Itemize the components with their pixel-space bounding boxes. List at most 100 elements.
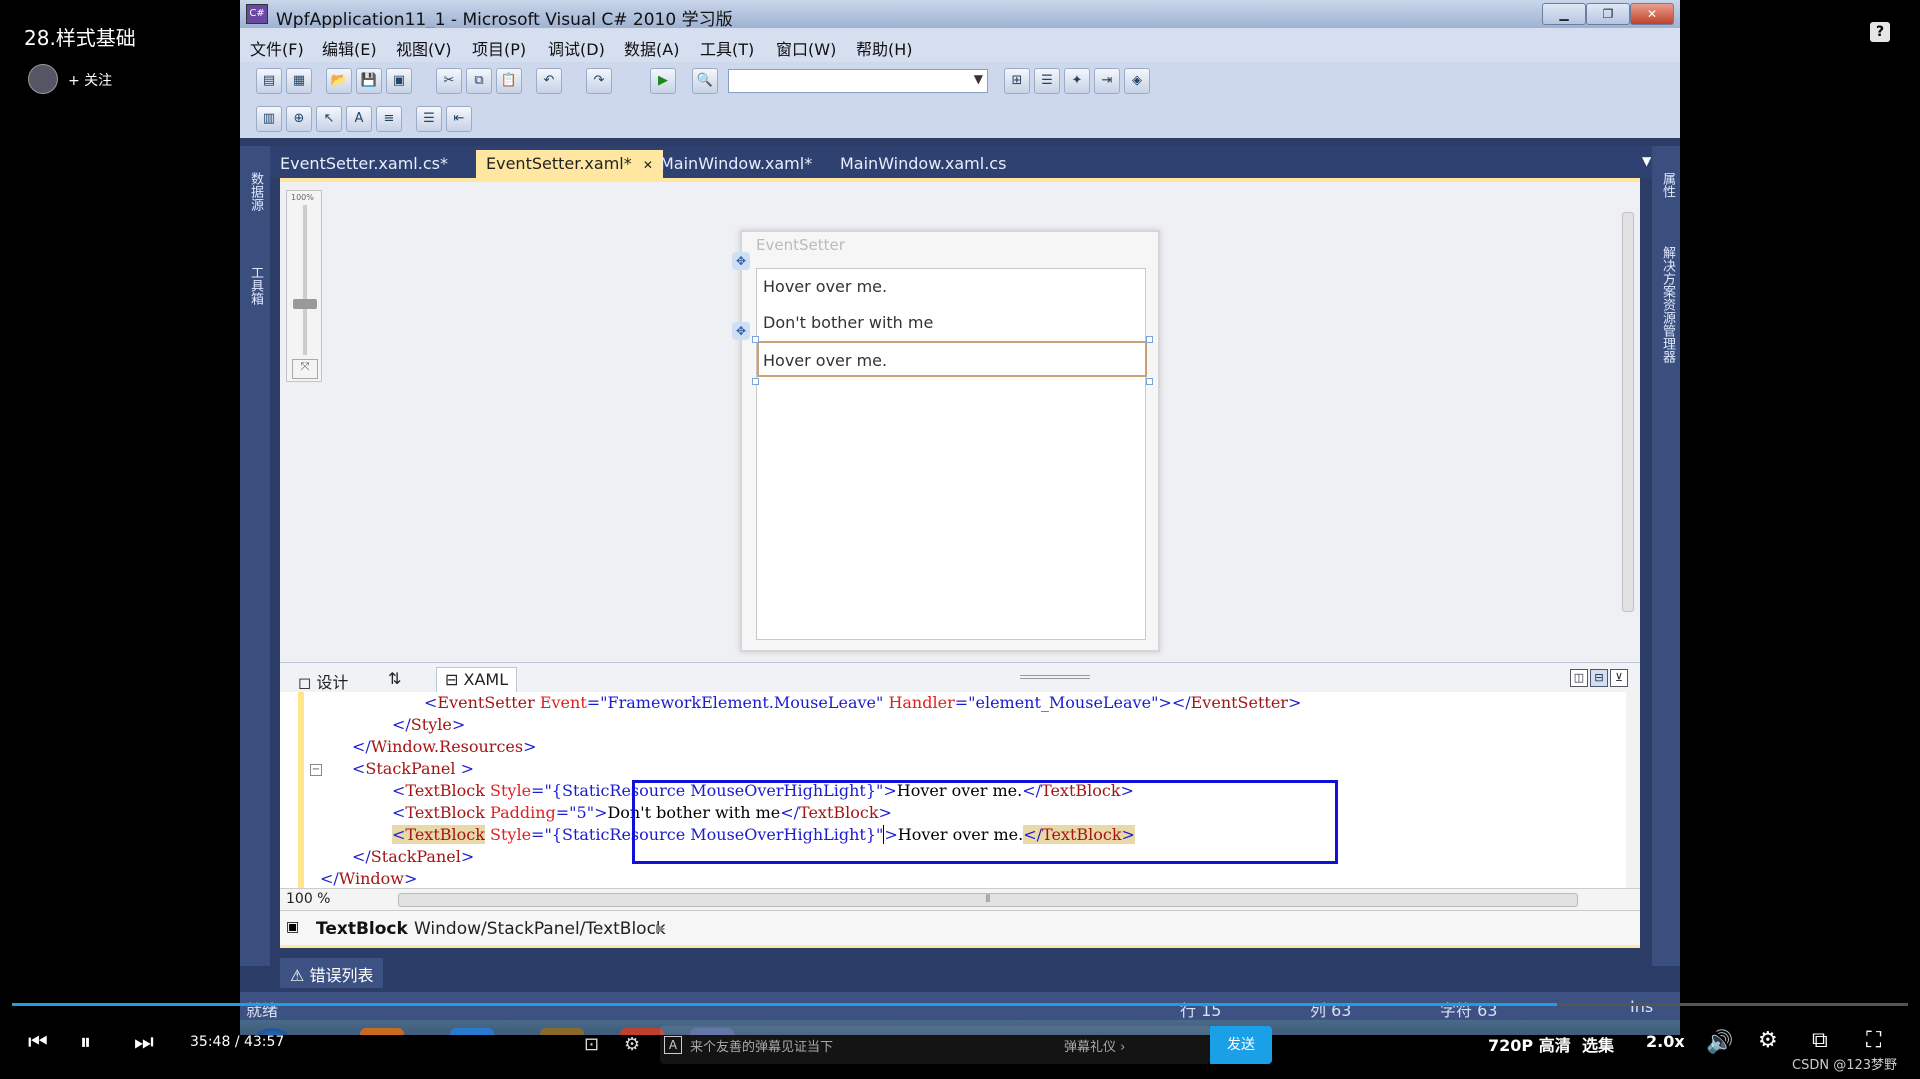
minimize-button[interactable]: ▁ — [1542, 3, 1586, 25]
collapse-pane-icon[interactable]: ⊻ — [1610, 669, 1628, 687]
menu-view[interactable]: 视图(V) — [396, 36, 451, 60]
redo-icon[interactable]: ↷ — [586, 68, 612, 94]
danmaku-etiquette-link[interactable]: 弹幕礼仪 › — [1064, 1036, 1125, 1055]
layout-grid-icon[interactable]: ▥ — [256, 106, 282, 132]
extension-icon[interactable]: ◈ — [1124, 68, 1150, 94]
speed-button[interactable]: 2.0x — [1646, 1032, 1685, 1051]
previous-icon[interactable]: ⏮ — [28, 1030, 48, 1055]
add-item-icon[interactable]: ▦ — [286, 68, 312, 94]
horizontal-split-icon[interactable]: ⊟ — [1590, 669, 1608, 687]
selected-element-name[interactable]: TextBlock — [316, 919, 408, 939]
close-button[interactable]: ✕ — [1630, 3, 1674, 25]
pointer-icon[interactable]: ↖ — [316, 106, 342, 132]
danmaku-style-icon[interactable]: A — [664, 1036, 682, 1054]
restore-button[interactable]: ❐ — [1586, 3, 1630, 25]
tab-overflow-icon[interactable]: ▼ — [1642, 154, 1651, 168]
undo-icon[interactable]: ↶ — [536, 68, 562, 94]
breadcrumb-arrow-icon[interactable]: ▶ — [656, 921, 665, 935]
error-list-tab[interactable]: ⚠ 错误列表 — [280, 958, 384, 988]
zoom-thumb[interactable] — [293, 299, 317, 309]
element-breadcrumb[interactable]: Window/StackPanel/TextBlock — [414, 919, 666, 939]
xaml-view-tab[interactable]: ⊟ XAML — [436, 667, 518, 693]
quality-button[interactable]: 720P 高清 — [1488, 1032, 1571, 1056]
save-all-icon[interactable]: ▣ — [386, 68, 412, 94]
config-combo[interactable]: ▼ — [728, 69, 988, 93]
danmaku-settings-icon[interactable]: ⚙ — [624, 1034, 640, 1055]
new-project-icon[interactable]: ▤ — [256, 68, 282, 94]
split-grip[interactable] — [1020, 675, 1090, 679]
toolbox-tab[interactable]: 工具箱 — [246, 266, 265, 305]
xaml-zoom-combo[interactable]: 100 % — [286, 891, 330, 907]
stackpanel-preview[interactable]: Hover over me. Don't bother with me Hove… — [756, 268, 1147, 640]
design-view-tab[interactable]: ◻ 设计 — [290, 667, 356, 693]
start-page-icon[interactable]: ⇥ — [1094, 68, 1120, 94]
menu-file[interactable]: 文件(F) — [250, 36, 304, 60]
cut-icon[interactable]: ✂ — [436, 68, 462, 94]
picture-in-picture-icon[interactable]: ⧉ — [1812, 1028, 1828, 1053]
start-debug-icon[interactable]: ▶ — [650, 68, 676, 94]
help-icon[interactable]: ? — [1870, 22, 1890, 42]
next-icon[interactable]: ⏭ — [134, 1030, 154, 1055]
xaml-editor[interactable]: − <EventSetter Event="FrameworkElement.M… — [280, 692, 1640, 888]
solution-explorer-tab[interactable]: 解决方案资源管理器 — [1658, 246, 1677, 363]
scroll-thumb[interactable]: ⦀ — [398, 893, 1578, 907]
tab-mainwindow-xaml[interactable]: MainWindow.xaml* — [650, 150, 822, 178]
selected-textblock-item[interactable]: Hover over me. — [757, 341, 1147, 377]
properties-icon[interactable]: ☰ — [1034, 68, 1060, 94]
collapse-toggle[interactable]: − — [310, 764, 322, 776]
properties-tab[interactable]: 属性 — [1658, 172, 1677, 198]
designer-vscrollbar[interactable] — [1620, 190, 1636, 660]
episodes-button[interactable]: 选集 — [1582, 1032, 1614, 1056]
menu-data[interactable]: 数据(A) — [624, 36, 679, 60]
danmaku-input[interactable]: A ⊡ ⚙ 弹幕礼仪 › 来个友善的弹幕见证当下 — [584, 1026, 1210, 1064]
move-icon[interactable]: ✥ — [732, 322, 750, 340]
visual-studio-window: C# WpfApplication11_1 - Microsoft Visual… — [240, 0, 1680, 1035]
menu-edit[interactable]: 编辑(E) — [322, 36, 377, 60]
wpf-window-preview[interactable]: EventSetter Hover over me. Don't bother … — [740, 230, 1160, 652]
progress-bar[interactable] — [12, 1003, 1908, 1006]
tab-mainwindow-cs[interactable]: MainWindow.xaml.cs — [830, 150, 1016, 178]
xaml-vscrollbar[interactable] — [1626, 692, 1640, 888]
avatar[interactable] — [28, 64, 58, 94]
swap-panes-button[interactable]: ⇅ — [380, 667, 409, 693]
menu-window[interactable]: 窗口(W) — [776, 36, 836, 60]
fit-to-window-icon[interactable]: ⤧ — [292, 359, 318, 379]
resize-handle[interactable] — [752, 336, 759, 343]
pause-icon[interactable]: ⏸ — [80, 1030, 91, 1055]
menu-help[interactable]: 帮助(H) — [856, 36, 913, 60]
textblock-item[interactable]: Hover over me. — [763, 269, 887, 305]
tab-eventsetter-xaml[interactable]: EventSetter.xaml* ✕ — [476, 150, 663, 178]
outdent-icon[interactable]: ⇤ — [446, 106, 472, 132]
solution-explorer-icon[interactable]: ⊞ — [1004, 68, 1030, 94]
menu-tools[interactable]: 工具(T) — [700, 36, 754, 60]
zoom-slider[interactable]: 100% ⤧ — [286, 190, 322, 382]
danmaku-toggle-icon[interactable]: ⊡ — [584, 1034, 599, 1055]
font-icon[interactable]: A — [346, 106, 372, 132]
tab-eventsetter-cs[interactable]: EventSetter.xaml.cs* — [270, 150, 458, 178]
toolbox-icon[interactable]: ✦ — [1064, 68, 1090, 94]
scroll-thumb[interactable] — [1622, 212, 1634, 612]
find-in-files-icon[interactable]: 🔍 — [692, 68, 718, 94]
data-sources-tab[interactable]: 数据源 — [246, 172, 265, 211]
document-outline-icon[interactable]: ▣ — [286, 919, 299, 935]
textblock-item[interactable]: Don't bother with me — [763, 305, 933, 341]
copy-icon[interactable]: ⧉ — [466, 68, 492, 94]
resize-handle[interactable] — [752, 378, 759, 385]
align-icon[interactable]: ≡ — [376, 106, 402, 132]
paste-icon[interactable]: 📋 — [496, 68, 522, 94]
resize-handle[interactable] — [1146, 378, 1153, 385]
open-icon[interactable]: 📂 — [326, 68, 352, 94]
follow-button[interactable]: + 关注 — [68, 70, 112, 90]
indent-icon[interactable]: ☰ — [416, 106, 442, 132]
settings-icon[interactable]: ⚙ — [1758, 1028, 1778, 1053]
resize-handle[interactable] — [1146, 336, 1153, 343]
vertical-split-icon[interactable]: ◫ — [1570, 669, 1588, 687]
move-icon[interactable]: ✥ — [732, 252, 750, 270]
menu-project[interactable]: 项目(P) — [472, 36, 526, 60]
send-danmaku-button[interactable]: 发送 — [1210, 1026, 1272, 1064]
fullscreen-icon[interactable]: ⛶ — [1866, 1028, 1881, 1053]
menu-debug[interactable]: 调试(D) — [548, 36, 605, 60]
layout-snap-icon[interactable]: ⊕ — [286, 106, 312, 132]
save-icon[interactable]: 💾 — [356, 68, 382, 94]
volume-icon[interactable]: 🔊 — [1706, 1030, 1733, 1055]
